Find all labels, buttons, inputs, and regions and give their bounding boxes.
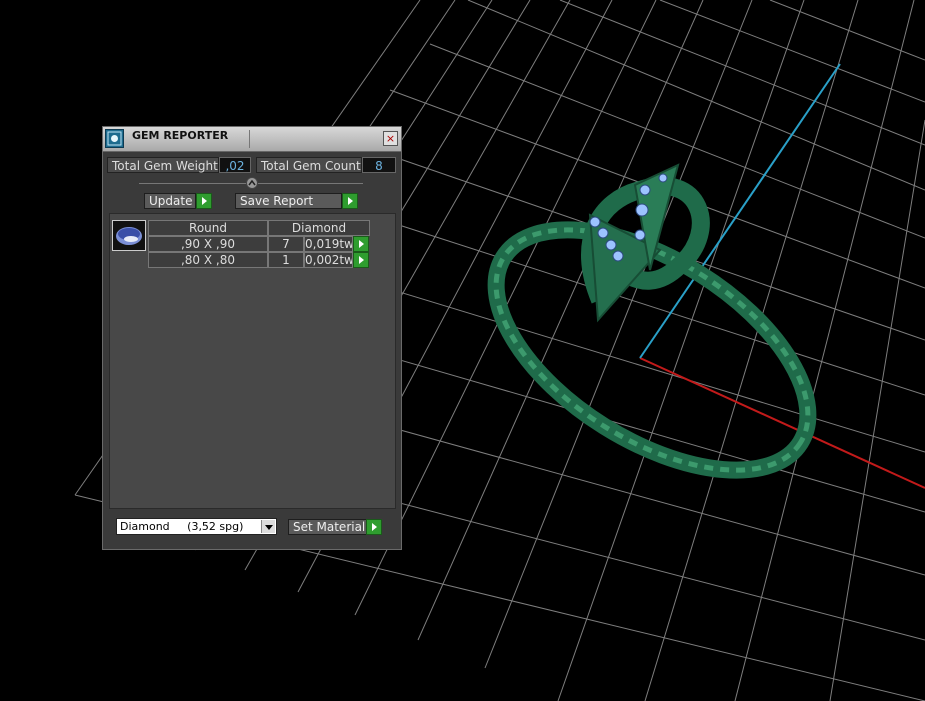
update-go-icon[interactable]	[196, 193, 212, 209]
title-separator	[249, 130, 250, 148]
table-row-count: 7	[268, 236, 304, 252]
material-header: Diamond	[268, 220, 370, 236]
row-go-icon[interactable]	[353, 236, 369, 252]
save-report-go-icon[interactable]	[342, 193, 358, 209]
total-gem-weight-label: Total Gem Weight	[107, 157, 219, 173]
set-material-button[interactable]: Set Material	[288, 519, 374, 535]
total-gem-count-value: 8	[362, 157, 396, 173]
gem-reporter-icon	[105, 129, 124, 148]
table-row-weight: 0,002tw	[304, 252, 353, 268]
total-gem-count-label: Total Gem Count	[256, 157, 362, 173]
chevron-up-icon[interactable]	[246, 177, 258, 189]
row-go-icon[interactable]	[353, 252, 369, 268]
gem-reporter-panel: GEM REPORTER × Total Gem Weight ,02 Tota…	[102, 126, 402, 550]
round-gem-icon[interactable]	[112, 220, 146, 251]
material-select-value: Diamond (3,52 spg)	[120, 520, 244, 533]
table-row-weight: 0,019tw	[304, 236, 353, 252]
save-report-button[interactable]: Save Report	[235, 193, 342, 209]
panel-title: GEM REPORTER	[132, 129, 229, 142]
table-row-size: ,90 X ,90	[148, 236, 268, 252]
gem-list[interactable]: Round Diamond ,90 X ,90 7 0,019tw ,80 X …	[109, 213, 396, 509]
close-icon[interactable]: ×	[383, 131, 398, 146]
table-row-size: ,80 X ,80	[148, 252, 268, 268]
material-select[interactable]: Diamond (3,52 spg)	[116, 518, 277, 535]
chevron-down-icon[interactable]	[261, 520, 275, 533]
set-material-go-icon[interactable]	[366, 519, 382, 535]
update-button[interactable]: Update	[144, 193, 196, 209]
table-row-count: 1	[268, 252, 304, 268]
shape-header: Round	[148, 220, 268, 236]
title-bar[interactable]: GEM REPORTER ×	[103, 127, 401, 152]
total-gem-weight-value: ,02	[219, 157, 251, 173]
